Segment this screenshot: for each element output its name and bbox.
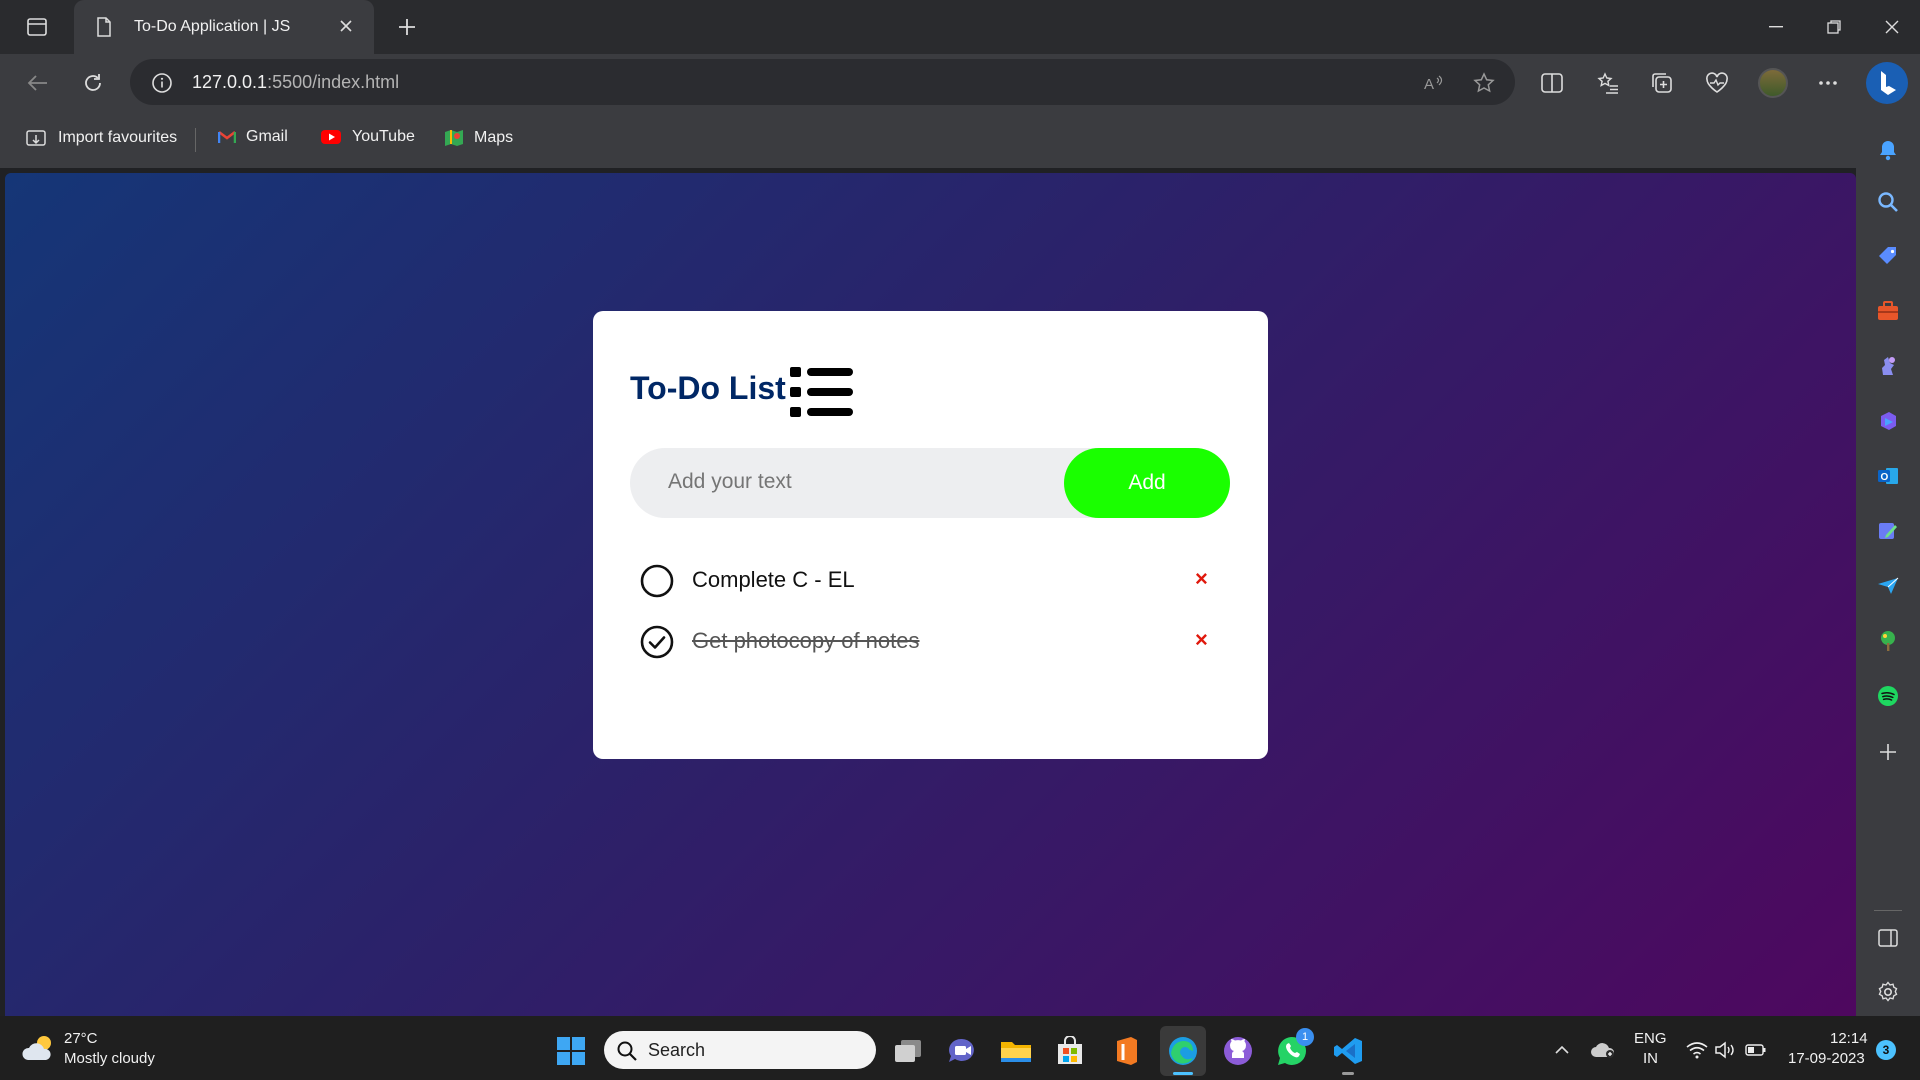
page-icon [94, 16, 114, 38]
teams-chat-icon[interactable] [942, 1032, 982, 1070]
bookmark-label: YouTube [352, 128, 415, 145]
new-tab-icon[interactable] [392, 12, 422, 42]
clock-time[interactable]: 12:14 [1830, 1030, 1868, 1047]
github-desktop-icon[interactable] [1218, 1032, 1258, 1070]
split-screen-icon[interactable] [1538, 69, 1566, 97]
bookmark-maps[interactable]: Maps [444, 128, 513, 148]
input-region[interactable]: IN [1643, 1050, 1658, 1067]
onedrive-cloud-icon[interactable] [1588, 1036, 1618, 1064]
volume-icon[interactable] [1712, 1036, 1738, 1064]
favorites-bar [0, 112, 1920, 168]
taskbar-search-box[interactable] [604, 1031, 876, 1069]
task-text[interactable]: Complete C - EL [692, 567, 855, 593]
shopping-tag-icon[interactable] [1872, 240, 1904, 272]
bookmark-label: Maps [474, 129, 514, 146]
task-text-completed[interactable]: Get photocopy of notes [692, 628, 920, 654]
tab-actions-icon[interactable] [22, 14, 52, 40]
favorite-star-icon[interactable] [1470, 69, 1498, 97]
sidebar-search-icon[interactable] [1872, 186, 1904, 218]
task-input[interactable] [668, 470, 1048, 494]
favorites-icon[interactable] [1594, 69, 1622, 97]
microsoft-store-icon[interactable] [1050, 1032, 1090, 1070]
add-sidebar-app-icon[interactable] [1872, 736, 1904, 768]
site-info-icon[interactable] [150, 71, 174, 95]
windows-start-icon[interactable] [551, 1032, 591, 1070]
gmail-icon [218, 130, 236, 144]
bookmark-divider [195, 128, 196, 152]
active-app-indicator [1173, 1072, 1193, 1075]
microsoft-365-icon[interactable] [1872, 405, 1904, 437]
clock-date[interactable]: 17-09-2023 [1788, 1050, 1865, 1067]
input-language[interactable]: ENG [1634, 1030, 1667, 1047]
task-view-icon[interactable] [888, 1032, 928, 1070]
bing-copilot-icon[interactable] [1866, 62, 1908, 104]
office-app-icon[interactable] [1106, 1032, 1146, 1070]
task-checkbox-unchecked[interactable] [640, 564, 674, 598]
tree-icon[interactable] [1872, 625, 1904, 657]
running-app-indicator [1342, 1072, 1354, 1075]
weather-description[interactable]: Mostly cloudy [64, 1050, 155, 1067]
delete-task-icon[interactable]: × [1195, 627, 1208, 653]
spotify-icon[interactable] [1872, 680, 1904, 712]
games-icon[interactable] [1872, 350, 1904, 382]
whatsapp-badge: 1 [1296, 1028, 1314, 1046]
restore-icon[interactable] [1818, 14, 1850, 40]
taskbar-search-icon [616, 1040, 638, 1062]
minimize-icon[interactable] [1760, 14, 1792, 40]
app-title: To-Do List [630, 370, 786, 406]
youtube-icon [320, 129, 342, 145]
weather-cloud-icon[interactable] [22, 1034, 58, 1062]
bookmark-label: Import favourites [58, 129, 178, 146]
sidebar-settings-icon[interactable] [1872, 976, 1904, 1008]
sidebar-divider [1874, 910, 1902, 911]
outlook-icon[interactable]: O [1872, 460, 1904, 492]
svg-text:O: O [1881, 472, 1889, 483]
send-paper-plane-icon[interactable] [1872, 570, 1904, 602]
import-favourites-icon [26, 128, 48, 148]
battery-icon[interactable] [1742, 1036, 1770, 1064]
bookmark-youtube[interactable]: YouTube [320, 128, 415, 146]
collections-icon[interactable] [1648, 69, 1676, 97]
read-aloud-icon[interactable]: A [1420, 70, 1448, 96]
refresh-icon[interactable] [78, 68, 108, 98]
weather-temperature[interactable]: 27°C [64, 1030, 98, 1047]
task-checkbox-checked[interactable] [640, 625, 674, 659]
svg-text:A: A [1424, 76, 1434, 92]
wifi-icon[interactable] [1684, 1036, 1710, 1064]
tools-briefcase-icon[interactable] [1872, 295, 1904, 327]
url-text: 127.0.0.1:5500/index.html [192, 72, 400, 92]
notification-bell-icon[interactable] [1872, 134, 1904, 166]
browser-essentials-icon[interactable] [1703, 69, 1731, 97]
bookmark-gmail[interactable]: Gmail [218, 128, 288, 146]
drop-icon[interactable] [1872, 515, 1904, 547]
notification-count-badge[interactable]: 3 [1876, 1040, 1896, 1060]
taskbar-search-label: Search [648, 1040, 706, 1060]
profile-avatar[interactable] [1758, 68, 1788, 98]
edge-browser-icon[interactable] [1163, 1032, 1203, 1070]
more-options-icon[interactable] [1814, 69, 1842, 97]
bookmark-import-favourites[interactable]: Import favourites [26, 128, 177, 148]
vscode-icon[interactable] [1328, 1032, 1368, 1070]
close-window-icon[interactable] [1876, 14, 1908, 40]
list-icon [790, 366, 854, 418]
tab-title: To-Do Application | JS [134, 18, 291, 35]
show-hidden-icons-chevron-icon[interactable] [1550, 1036, 1574, 1064]
add-button[interactable]: Add [1064, 448, 1230, 518]
delete-task-icon[interactable]: × [1195, 566, 1208, 592]
bookmark-label: Gmail [246, 128, 288, 145]
close-tab-icon[interactable] [334, 14, 358, 38]
file-explorer-icon[interactable] [996, 1032, 1036, 1070]
maps-icon [444, 128, 464, 148]
back-icon[interactable] [22, 68, 52, 98]
hide-sidebar-icon[interactable] [1872, 922, 1904, 954]
